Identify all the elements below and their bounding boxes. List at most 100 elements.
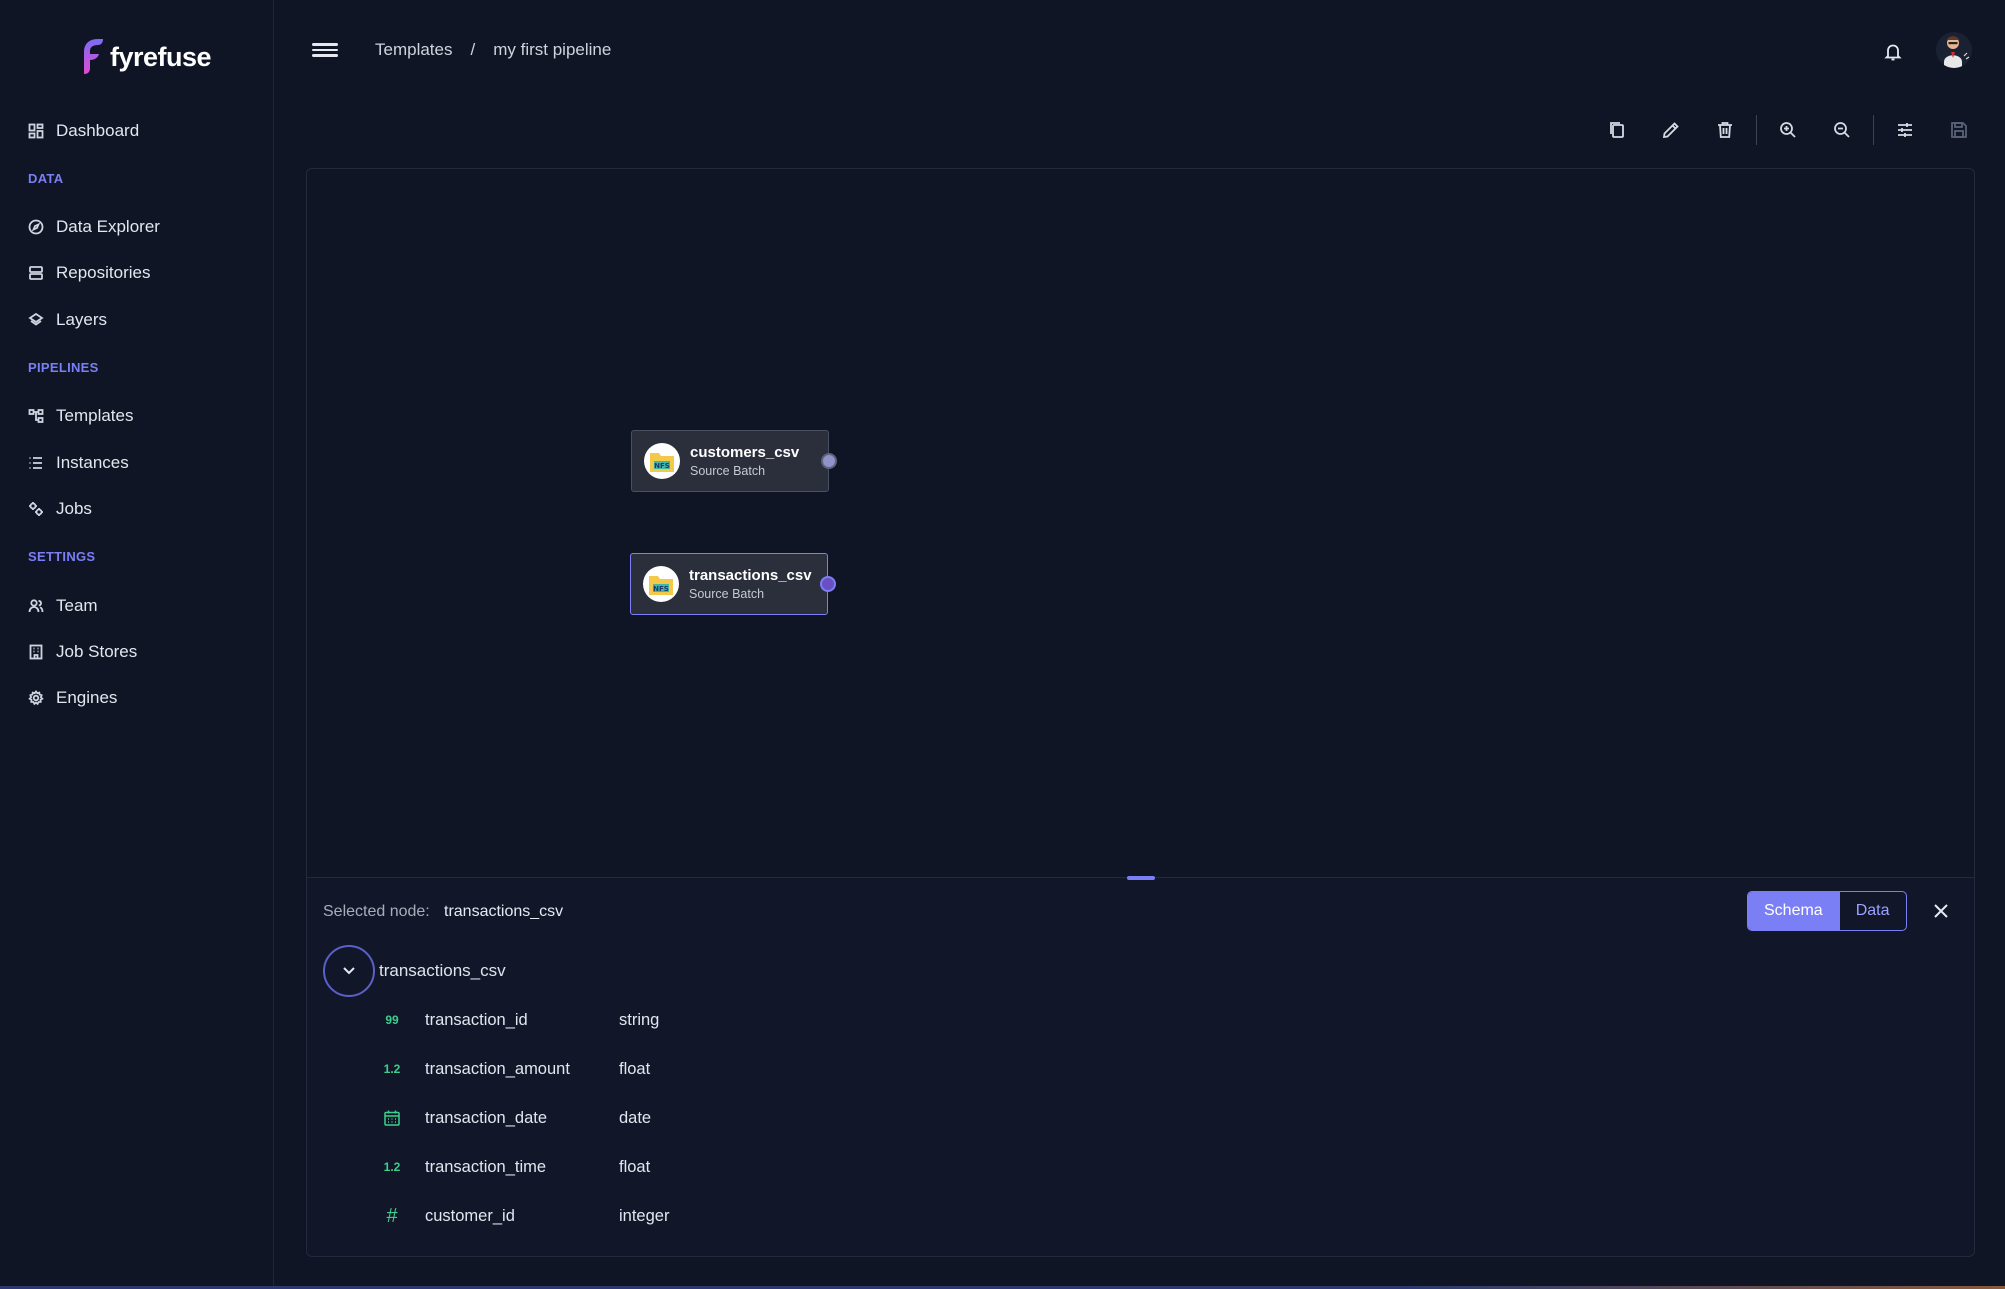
string-type-icon: 99 — [385, 1013, 399, 1027]
zoom-in-icon — [1780, 122, 1796, 138]
zoom-out-icon — [1834, 122, 1850, 138]
notification-bell-icon[interactable] — [1884, 42, 1902, 62]
breadcrumb-templates-link[interactable]: Templates — [375, 40, 452, 60]
gears-icon — [29, 502, 43, 516]
copy-icon — [1610, 122, 1624, 138]
float-type-icon: 1.2 — [383, 1160, 401, 1174]
field-type: float — [619, 1157, 651, 1176]
hash-icon: # — [386, 1204, 398, 1227]
breadcrumb-current-page: my first pipeline — [493, 40, 612, 59]
sidebar-item-label: Templates — [56, 406, 134, 425]
tab-schema[interactable]: Schema — [1748, 892, 1839, 930]
sidebar: fyrefuse Dashboard DATA Data Explorer Re… — [0, 0, 274, 1289]
selected-node-label: Selected node: — [323, 903, 430, 920]
pipeline-node-transactions-csv[interactable]: NFS transactions_csv Source Batch — [630, 553, 836, 615]
sidebar-item-repositories[interactable]: Repositories — [28, 258, 151, 288]
user-avatar[interactable] — [1936, 32, 1972, 68]
tab-data[interactable]: Data — [1838, 892, 1906, 930]
sidebar-section-settings: SETTINGS — [28, 549, 96, 564]
engine-gear-icon — [28, 690, 44, 706]
sidebar-section-pipelines: PIPELINES — [28, 360, 99, 375]
sidebar-item-instances[interactable]: Instances — [28, 448, 129, 478]
node-badge: NFS — [653, 585, 669, 593]
sidebar-item-job-stores[interactable]: Job Stores — [28, 637, 137, 667]
zoom-in-button[interactable] — [1761, 113, 1815, 147]
sidebar-item-team[interactable]: Team — [28, 591, 98, 621]
nfs-folder-icon: NFS — [644, 443, 680, 479]
schema-field-row: # customer_id integer — [381, 1201, 669, 1231]
sidebar-item-data-explorer[interactable]: Data Explorer — [28, 212, 160, 242]
settings-sliders-icon — [1898, 123, 1912, 137]
sidebar-item-label: Dashboard — [56, 121, 140, 140]
nfs-folder-icon: NFS — [643, 566, 679, 602]
breadcrumb: Templates / my first pipeline — [375, 40, 611, 60]
schema-field-row: 1.2 transaction_time float — [381, 1152, 651, 1182]
calendar-icon — [381, 1109, 403, 1127]
fyrefuse-logo-icon — [84, 39, 103, 74]
panel-resize-handle[interactable] — [1127, 876, 1155, 880]
zoom-out-button[interactable] — [1815, 113, 1869, 147]
pipeline-icon — [28, 409, 44, 423]
field-type: date — [619, 1108, 652, 1127]
node-subtitle: Source Batch — [690, 464, 766, 478]
hamburger-menu-icon[interactable] — [312, 40, 338, 64]
pipeline-node-customers-csv[interactable]: NFS customers_csv Source Batch — [631, 430, 837, 492]
node-title: customers_csv — [690, 444, 800, 461]
sidebar-item-label: Layers — [56, 310, 108, 329]
float-type-icon: 1.2 — [383, 1062, 401, 1076]
avatar-illustration — [1936, 32, 1972, 68]
brand-name: fyrefuse — [110, 41, 212, 72]
sidebar-item-label: Team — [56, 596, 98, 615]
edit-button[interactable] — [1644, 113, 1698, 147]
field-name: customer_id — [425, 1206, 515, 1225]
sidebar-item-label: Engines — [56, 688, 118, 707]
collapse-toggle-button[interactable] — [323, 945, 375, 997]
sidebar-section-data: DATA — [28, 171, 64, 186]
canvas-toolbar — [1590, 113, 1986, 147]
sidebar-item-label: Repositories — [56, 263, 151, 282]
chevron-down-icon — [343, 967, 355, 975]
sidebar-item-templates[interactable]: Templates — [28, 401, 133, 431]
sidebar-item-label: Instances — [56, 453, 129, 472]
edit-icon — [1662, 122, 1679, 139]
selected-node-value: transactions_csv — [444, 903, 564, 920]
dashboard-icon — [28, 123, 44, 139]
sidebar-item-jobs[interactable]: Jobs — [28, 494, 92, 524]
toolbar-divider — [1756, 115, 1757, 145]
field-type: integer — [619, 1206, 670, 1225]
list-icon — [29, 457, 42, 469]
field-name: transaction_date — [425, 1108, 548, 1127]
node-details-panel: Selected node: transactions_csv Schema D… — [306, 876, 1975, 1257]
breadcrumb-separator: / — [470, 40, 476, 59]
save-button[interactable] — [1932, 113, 1986, 147]
node-subtitle: Source Batch — [689, 587, 765, 601]
field-name: transaction_amount — [425, 1059, 570, 1078]
settings-button[interactable] — [1878, 113, 1932, 147]
sidebar-item-engines[interactable]: Engines — [28, 683, 117, 713]
sidebar-item-label: Job Stores — [56, 642, 138, 661]
save-icon — [1951, 122, 1967, 138]
node-output-port[interactable] — [821, 453, 837, 469]
copy-button[interactable] — [1590, 113, 1644, 147]
brand-logo[interactable]: fyrefuse — [80, 36, 212, 78]
database-icon — [29, 266, 43, 280]
delete-icon — [1718, 122, 1732, 138]
compass-icon — [28, 219, 44, 235]
field-name: transaction_id — [425, 1010, 528, 1029]
layers-icon — [28, 312, 44, 326]
node-output-port[interactable] — [820, 576, 836, 592]
toolbar-divider — [1873, 115, 1874, 145]
sidebar-item-layers[interactable]: Layers — [28, 305, 107, 335]
sidebar-item-dashboard[interactable]: Dashboard — [28, 116, 139, 146]
pipeline-canvas[interactable]: NFS customers_csv Source Batch NFS trans… — [306, 168, 1975, 878]
sidebar-item-label: Jobs — [56, 499, 92, 518]
schema-field-row: transaction_date date — [381, 1103, 651, 1133]
users-icon — [28, 599, 44, 613]
delete-button[interactable] — [1698, 113, 1752, 147]
schema-tree-title: transactions_csv — [379, 961, 506, 980]
sidebar-item-label: Data Explorer — [56, 217, 160, 236]
view-toggle: Schema Data — [1747, 891, 1907, 931]
field-type: float — [619, 1059, 651, 1078]
close-icon[interactable] — [1932, 902, 1950, 920]
schema-field-row: 99 transaction_id string — [381, 1005, 659, 1035]
